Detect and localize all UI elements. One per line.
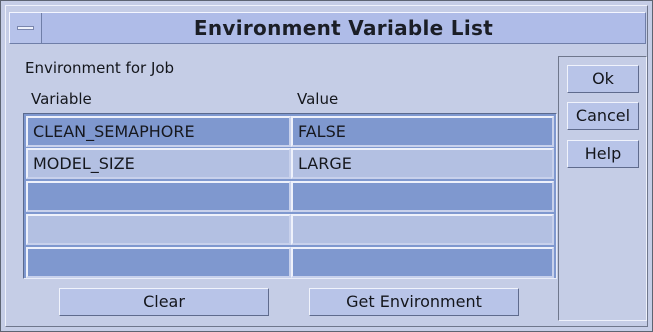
value-cell[interactable]: FALSE xyxy=(291,116,554,147)
clear-button[interactable]: Clear xyxy=(59,288,269,316)
window-title: Environment Variable List xyxy=(193,16,494,40)
table-row[interactable] xyxy=(26,181,554,212)
action-button-panel xyxy=(558,56,647,321)
variable-cell[interactable] xyxy=(26,247,291,278)
value-cell[interactable] xyxy=(291,214,554,245)
value-cell[interactable] xyxy=(291,181,554,212)
environment-table: CLEAN_SEMAPHORE FALSE MODEL_SIZE LARGE xyxy=(23,113,557,279)
table-row[interactable] xyxy=(26,214,554,245)
section-label: Environment for Job xyxy=(25,59,175,77)
table-row[interactable]: MODEL_SIZE LARGE xyxy=(26,148,554,179)
title-bar[interactable]: Environment Variable List xyxy=(9,12,646,44)
window-menu-icon xyxy=(17,26,34,30)
cancel-button[interactable]: Cancel xyxy=(567,102,639,130)
value-cell[interactable]: LARGE xyxy=(291,148,554,179)
environment-variable-list-window: Environment Variable List Environment fo… xyxy=(0,0,653,332)
variable-cell[interactable] xyxy=(26,181,291,212)
table-row[interactable]: CLEAN_SEMAPHORE FALSE xyxy=(26,116,554,147)
column-header-value: Value xyxy=(297,90,339,108)
get-environment-button[interactable]: Get Environment xyxy=(309,288,519,316)
table-row[interactable] xyxy=(26,247,554,278)
help-button[interactable]: Help xyxy=(567,140,639,168)
variable-cell[interactable] xyxy=(26,214,291,245)
variable-cell[interactable]: CLEAN_SEMAPHORE xyxy=(26,116,291,147)
variable-cell[interactable]: MODEL_SIZE xyxy=(26,148,291,179)
window-menu-button[interactable] xyxy=(10,13,42,43)
value-cell[interactable] xyxy=(291,247,554,278)
column-header-variable: Variable xyxy=(31,90,92,108)
ok-button[interactable]: Ok xyxy=(567,65,639,93)
